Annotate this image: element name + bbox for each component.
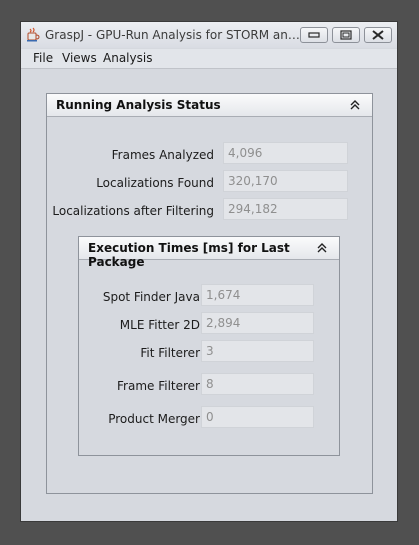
execution-times-panel: Execution Times [ms] for Last Package Sp… — [78, 236, 340, 456]
product-merger-label: Product Merger — [108, 412, 200, 426]
menu-bar: File Views Analysis — [21, 49, 397, 69]
window-title: GraspJ - GPU-Run Analysis for STORM and … — [45, 28, 301, 42]
fit-filterer-field[interactable]: 3 — [201, 340, 314, 362]
localizations-found-field[interactable]: 320,170 — [223, 170, 348, 192]
double-chevron-up-icon[interactable] — [317, 243, 327, 253]
double-chevron-up-icon[interactable] — [350, 100, 360, 110]
menu-views[interactable]: Views — [62, 51, 97, 65]
localizations-filtered-field[interactable]: 294,182 — [223, 198, 348, 220]
java-cup-icon — [27, 27, 40, 42]
frame-filterer-field[interactable]: 8 — [201, 373, 314, 395]
close-icon — [372, 30, 384, 40]
spot-finder-label: Spot Finder Java — [102, 290, 200, 304]
menu-analysis[interactable]: Analysis — [103, 51, 152, 65]
mle-fitter-field[interactable]: 2,894 — [201, 312, 314, 334]
restore-button[interactable] — [332, 27, 360, 43]
localizations-found-label: Localizations Found — [96, 176, 214, 190]
product-merger-field[interactable]: 0 — [201, 406, 314, 428]
frames-analyzed-label: Frames Analyzed — [111, 148, 214, 162]
localizations-filtered-label: Localizations after Filtering — [52, 204, 214, 218]
menu-file[interactable]: File — [33, 51, 53, 65]
mle-fitter-label: MLE Fitter 2D — [119, 318, 200, 332]
exec-panel-header[interactable]: Execution Times [ms] for Last Package — [79, 237, 339, 269]
minimize-icon — [308, 32, 320, 38]
restore-icon — [340, 30, 352, 40]
minimize-button[interactable] — [300, 27, 328, 43]
spot-finder-field[interactable]: 1,674 — [201, 284, 314, 306]
title-bar[interactable]: GraspJ - GPU-Run Analysis for STORM and … — [21, 22, 397, 48]
frames-analyzed-field[interactable]: 4,096 — [223, 142, 348, 164]
frame-filterer-label: Frame Filterer — [117, 379, 200, 393]
close-button[interactable] — [364, 27, 392, 43]
status-panel-header[interactable]: Running Analysis Status — [47, 94, 372, 117]
exec-panel-title: Execution Times [ms] for Last Package — [88, 241, 290, 269]
fit-filterer-label: Fit Filterer — [140, 346, 200, 360]
app-window: GraspJ - GPU-Run Analysis for STORM and … — [20, 21, 398, 522]
status-panel-title: Running Analysis Status — [56, 98, 221, 112]
